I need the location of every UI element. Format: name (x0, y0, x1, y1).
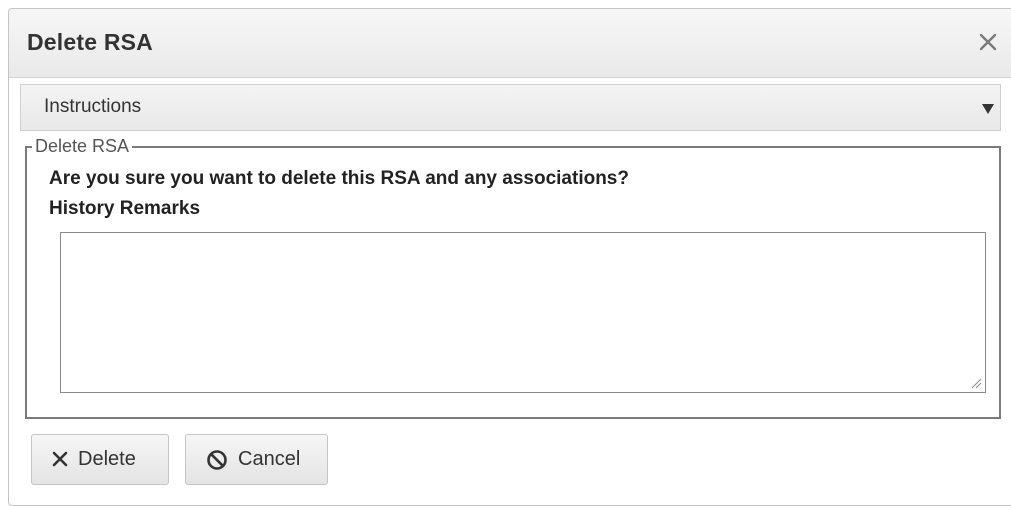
caret-down-icon (982, 104, 994, 114)
cancel-button[interactable]: Cancel (185, 434, 328, 485)
close-button[interactable] (977, 31, 999, 53)
cancel-button-label: Cancel (238, 448, 301, 470)
delete-button[interactable]: Delete (31, 434, 169, 485)
confirmation-question: Are you sure you want to delete this RSA… (49, 168, 629, 189)
instructions-label: Instructions (44, 96, 142, 117)
close-icon (979, 33, 997, 51)
x-icon (52, 451, 68, 467)
history-remarks-label: History Remarks (49, 198, 201, 219)
delete-button-label: Delete (78, 448, 136, 470)
delete-rsa-dialog: Delete RSA Instructions Delete RSA Are y… (8, 8, 1011, 506)
delete-rsa-fieldset: Delete RSA Are you sure you want to dele… (25, 135, 1001, 419)
cancel-circle-icon (207, 450, 227, 470)
resize-grip-icon[interactable] (970, 377, 982, 389)
dialog-titlebar: Delete RSA (9, 9, 1011, 78)
history-remarks-input[interactable] (60, 232, 986, 393)
fieldset-legend: Delete RSA (32, 135, 133, 157)
instructions-accordion[interactable]: Instructions (20, 84, 1001, 131)
dialog-title: Delete RSA (27, 29, 153, 55)
